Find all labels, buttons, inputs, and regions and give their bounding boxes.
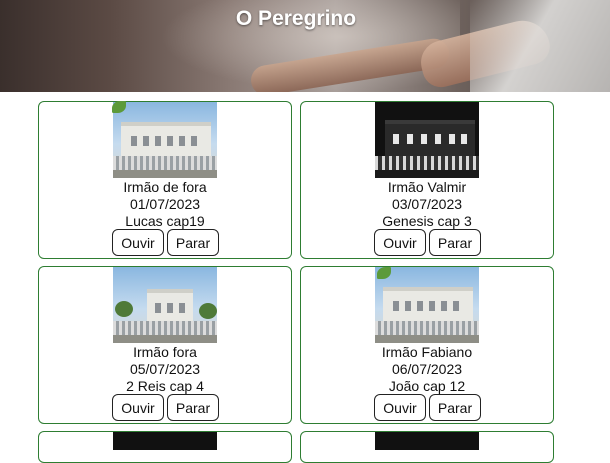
bible-passage: Genesis cap 3 — [382, 213, 472, 229]
stop-button[interactable]: Parar — [167, 229, 219, 256]
sermon-date: 06/07/2023 — [391, 361, 463, 377]
listen-button[interactable]: Ouvir — [374, 394, 426, 421]
sermon-date: 05/07/2023 — [129, 361, 201, 377]
sermon-card-5 — [38, 431, 292, 463]
preacher-name: Irmão fora — [133, 344, 197, 360]
ground — [375, 335, 479, 343]
church-photo — [113, 102, 217, 178]
stop-button[interactable]: Parar — [429, 394, 481, 421]
preacher-name: Irmão Fabiano — [381, 344, 473, 360]
fence — [375, 156, 479, 170]
church-photo — [375, 267, 479, 343]
fence — [113, 156, 217, 170]
header-banner: O Peregrino — [0, 0, 610, 92]
sermon-card-1: Irmão de fora 01/07/2023 Lucas cap19 Ouv… — [38, 101, 292, 259]
church-photo — [375, 432, 479, 450]
tree — [115, 301, 133, 317]
bible-passage: Lucas cap19 — [125, 213, 205, 229]
church-building — [121, 122, 211, 160]
ground — [113, 170, 217, 178]
listen-button[interactable]: Ouvir — [112, 394, 164, 421]
ground — [375, 170, 479, 178]
church-photo — [113, 267, 217, 343]
preacher-name: Irmão de fora — [123, 179, 207, 195]
sermon-card-6 — [300, 431, 554, 463]
listen-button[interactable]: Ouvir — [112, 229, 164, 256]
church-photo — [375, 102, 479, 178]
stop-button[interactable]: Parar — [429, 229, 481, 256]
stop-button[interactable]: Parar — [167, 394, 219, 421]
sermon-card-3: Irmão fora 05/07/2023 2 Reis cap 4 Ouvir… — [38, 266, 292, 424]
church-building — [385, 120, 475, 158]
preacher-name: Irmão Valmir — [387, 179, 467, 195]
sermon-card-4: Irmão Fabiano 06/07/2023 João cap 12 Ouv… — [300, 266, 554, 424]
sermon-date: 03/07/2023 — [391, 196, 463, 212]
fence — [113, 321, 217, 335]
ground — [113, 335, 217, 343]
tree — [199, 303, 217, 319]
fence — [375, 321, 479, 335]
bible-passage: 2 Reis cap 4 — [126, 378, 204, 394]
sermon-date: 01/07/2023 — [129, 196, 201, 212]
church-building — [147, 289, 193, 323]
listen-button[interactable]: Ouvir — [374, 229, 426, 256]
church-photo — [113, 432, 217, 450]
church-building — [383, 287, 473, 325]
page-title: O Peregrino — [235, 7, 357, 30]
sermon-card-2: Irmão Valmir 03/07/2023 Genesis cap 3 Ou… — [300, 101, 554, 259]
bible-passage: João cap 12 — [388, 378, 466, 394]
